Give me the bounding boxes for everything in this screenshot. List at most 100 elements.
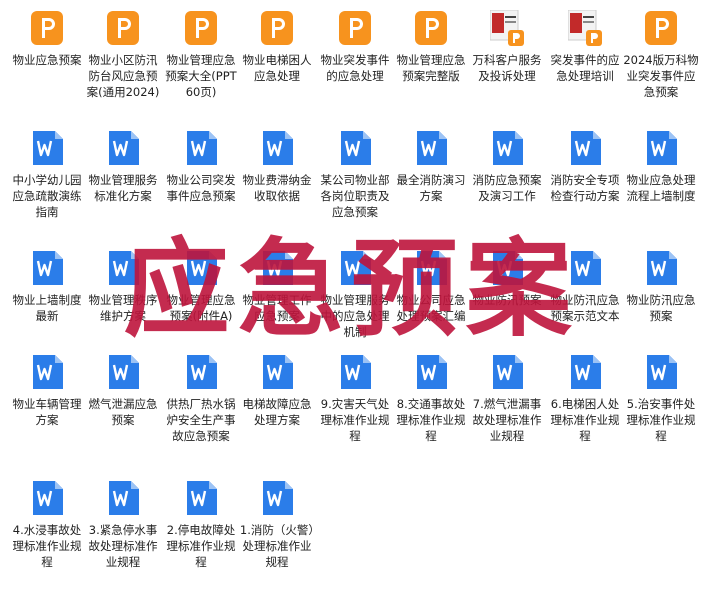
file-label: 物业防汛应急预案示范文本 xyxy=(550,293,620,323)
file-label: 物业管理服务中的应急处理机制 xyxy=(320,293,390,339)
file-item[interactable]: 4.水浸事故处理标准作业规程 xyxy=(8,470,86,590)
file-label: 物业车辆管理方案 xyxy=(12,397,82,427)
file-label: 6.电梯困人处理标准作业规程 xyxy=(550,397,620,443)
file-item[interactable]: 3.紧急停水事故处理标准作业规程 xyxy=(84,470,162,590)
word-icon xyxy=(30,354,64,390)
word-icon xyxy=(106,130,140,166)
file-item[interactable]: 物业应急处理流程上墙制度 xyxy=(622,120,700,240)
word-icon xyxy=(568,250,602,286)
file-item[interactable]: 燃气泄漏应急预案 xyxy=(84,344,162,464)
file-label: 物业管理服务标准化方案 xyxy=(88,173,158,203)
file-label: 物业管理应急预案完整版 xyxy=(396,53,466,83)
word-icon xyxy=(490,354,524,390)
file-label: 4.水浸事故处理标准作业规程 xyxy=(12,523,82,569)
pdf-icon xyxy=(260,10,294,46)
file-label: 1.消防（火警）处理标准作业规程 xyxy=(239,523,315,569)
file-item[interactable]: 中小学幼儿园应急疏散演练指南 xyxy=(8,120,86,240)
file-item[interactable]: 6.电梯困人处理标准作业规程 xyxy=(546,344,624,464)
word-icon xyxy=(490,130,524,166)
file-item[interactable]: 1.消防（火警）处理标准作业规程 xyxy=(238,470,316,590)
word-icon xyxy=(490,250,524,286)
pdf-icon xyxy=(106,10,140,46)
file-item[interactable]: 物业管理应急预案完整版 xyxy=(392,0,470,120)
file-label: 3.紧急停水事故处理标准作业规程 xyxy=(88,523,158,569)
file-item[interactable]: 突发事件的应急处理培训 xyxy=(546,0,624,120)
file-item[interactable]: 物业管理应急预案(附件A) xyxy=(162,240,240,360)
file-label: 5.治安事件处理标准作业规程 xyxy=(626,397,696,443)
file-label: 8.交通事故处理标准作业规程 xyxy=(396,397,466,443)
file-item[interactable]: 物业管理工作应急预案 xyxy=(238,240,316,360)
word-icon xyxy=(260,480,294,516)
word-icon xyxy=(106,480,140,516)
word-icon xyxy=(184,130,218,166)
file-item[interactable]: 物业管理服务中的应急处理机制 xyxy=(316,240,394,360)
file-item[interactable]: 物业防汛预案 xyxy=(468,240,546,360)
file-label: 物业应急预案 xyxy=(12,53,82,67)
file-item[interactable]: 物业管理秩序维护方案 xyxy=(84,240,162,360)
file-item[interactable]: 物业管理服务标准化方案 xyxy=(84,120,162,240)
word-icon xyxy=(260,250,294,286)
file-item[interactable]: 供热厂热水锅炉安全生产事故应急预案 xyxy=(162,344,240,464)
file-item[interactable]: 最全消防演习方案 xyxy=(392,120,470,240)
word-icon xyxy=(106,354,140,390)
file-item[interactable]: 某公司物业部各岗位职责及应急预案 xyxy=(316,120,394,240)
word-icon xyxy=(184,354,218,390)
file-item[interactable]: 消防应急预案及演习工作 xyxy=(468,120,546,240)
file-item[interactable]: 物业应急预案 xyxy=(8,0,86,120)
file-label: 物业公司突发事件应急预案 xyxy=(166,173,236,203)
file-item[interactable]: 2.停电故障处理标准作业规程 xyxy=(162,470,240,590)
word-icon xyxy=(184,480,218,516)
word-icon xyxy=(30,480,64,516)
word-icon xyxy=(568,130,602,166)
file-label: 物业电梯困人应急处理 xyxy=(242,53,312,83)
file-label: 9.灾害天气处理标准作业规程 xyxy=(320,397,390,443)
file-label: 某公司物业部各岗位职责及应急预案 xyxy=(320,173,390,219)
file-item[interactable]: 物业小区防汛防台风应急预案(通用2024) xyxy=(84,0,162,120)
word-icon xyxy=(260,354,294,390)
word-icon xyxy=(644,250,678,286)
file-item[interactable]: 物业电梯困人应急处理 xyxy=(238,0,316,120)
file-label: 7.燃气泄漏事故处理标准作业规程 xyxy=(472,397,542,443)
file-item[interactable]: 物业车辆管理方案 xyxy=(8,344,86,464)
file-label: 2024版万科物业突发事件应急预案 xyxy=(623,53,699,99)
file-label: 最全消防演习方案 xyxy=(396,173,466,203)
file-item[interactable]: 5.治安事件处理标准作业规程 xyxy=(622,344,700,464)
word-icon xyxy=(184,250,218,286)
file-label: 物业公司应急处理预案汇编 xyxy=(396,293,466,323)
file-label: 燃气泄漏应急预案 xyxy=(88,397,158,427)
file-label: 供热厂热水锅炉安全生产事故应急预案 xyxy=(166,397,236,443)
file-item[interactable]: 2024版万科物业突发事件应急预案 xyxy=(622,0,700,120)
pdf-icon xyxy=(644,10,678,46)
word-icon xyxy=(644,130,678,166)
file-item[interactable]: 7.燃气泄漏事故处理标准作业规程 xyxy=(468,344,546,464)
word-icon xyxy=(414,130,448,166)
pdf-icon xyxy=(338,10,372,46)
file-label: 物业费滞纳金收取依据 xyxy=(242,173,312,203)
word-icon xyxy=(30,250,64,286)
file-item[interactable]: 消防安全专项检查行动方案 xyxy=(546,120,624,240)
file-item[interactable]: 物业突发事件的应急处理 xyxy=(316,0,394,120)
file-label: 物业上墙制度最新 xyxy=(12,293,82,323)
file-label: 2.停电故障处理标准作业规程 xyxy=(166,523,236,569)
word-icon xyxy=(338,250,372,286)
file-item[interactable]: 8.交通事故处理标准作业规程 xyxy=(392,344,470,464)
file-item[interactable]: 物业费滞纳金收取依据 xyxy=(238,120,316,240)
file-label: 物业管理工作应急预案 xyxy=(242,293,312,323)
file-item[interactable]: 9.灾害天气处理标准作业规程 xyxy=(316,344,394,464)
file-label: 物业管理秩序维护方案 xyxy=(88,293,158,323)
file-item[interactable]: 物业公司应急处理预案汇编 xyxy=(392,240,470,360)
file-label: 电梯故障应急处理方案 xyxy=(242,397,312,427)
word-icon xyxy=(30,130,64,166)
file-item[interactable]: 万科客户服务及投诉处理 xyxy=(468,0,546,120)
file-item[interactable]: 物业上墙制度最新 xyxy=(8,240,86,360)
file-item[interactable]: 物业管理应急预案大全(PPT60页) xyxy=(162,0,240,120)
file-item[interactable]: 物业防汛应急预案示范文本 xyxy=(546,240,624,360)
file-item[interactable]: 物业公司突发事件应急预案 xyxy=(162,120,240,240)
file-label: 消防应急预案及演习工作 xyxy=(472,173,542,203)
file-item[interactable]: 电梯故障应急处理方案 xyxy=(238,344,316,464)
file-label: 物业应急处理流程上墙制度 xyxy=(626,173,696,203)
pdf-icon xyxy=(30,10,64,46)
file-item[interactable]: 物业防汛应急预案 xyxy=(622,240,700,360)
pdf-icon xyxy=(184,10,218,46)
word-icon xyxy=(338,354,372,390)
